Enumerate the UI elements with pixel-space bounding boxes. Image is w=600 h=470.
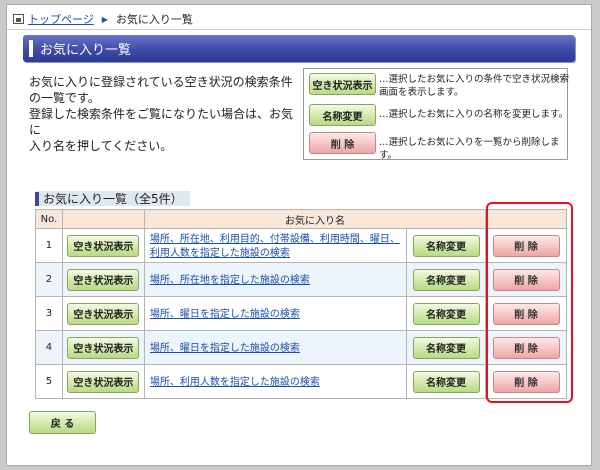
delete-button[interactable]: 削 除 xyxy=(492,370,560,393)
legend-delete-desc: …選択したお気に入りを一覧から削除します。 xyxy=(379,137,560,161)
favorite-name-link[interactable]: 場所、曜日を指定した施設の検索 xyxy=(150,343,300,354)
legend-row-delete: 削 除 …選択したお気に入りを一覧から削除します。 xyxy=(309,132,569,162)
intro-line: の一覧です。 xyxy=(29,91,100,105)
row-number: 2 xyxy=(35,262,63,297)
list-heading: お気に入り一覧（全5件） xyxy=(35,191,190,206)
row-name-cell: 場所、曜日を指定した施設の検索 xyxy=(143,296,408,331)
row-delete-cell: 削 除 xyxy=(485,296,567,331)
row-view-cell: 空き状況表示 xyxy=(61,364,145,399)
table-row: 3 空き状況表示 場所、曜日を指定した施設の検索 名称変更 削 除 xyxy=(35,296,567,331)
favorite-name-link[interactable]: 場所、所在地を指定した施設の検索 xyxy=(150,275,310,286)
title-accent xyxy=(29,40,33,57)
delete-button[interactable]: 削 除 xyxy=(492,302,560,325)
back-button[interactable]: 戻 る xyxy=(29,411,96,434)
header-delete xyxy=(485,209,567,229)
row-number: 5 xyxy=(35,364,63,399)
header-name: お気に入り名 xyxy=(143,209,487,229)
delete-button[interactable]: 削 除 xyxy=(492,336,560,359)
intro-line: 入り名を押してください。 xyxy=(29,139,173,153)
breadcrumb: トップページ ▶ お気に入り一覧 xyxy=(13,11,193,27)
intro-line: 登録した検索条件をご覧になりたい場合は、お気に xyxy=(29,107,294,137)
delete-button[interactable]: 削 除 xyxy=(492,234,560,257)
intro-text: お気に入りに登録されている空き状況の検索条件 の一覧です。 登録した検索条件をご… xyxy=(29,74,304,154)
rename-button[interactable]: 名称変更 xyxy=(412,336,480,359)
legend-delete-button: 削 除 xyxy=(309,132,376,154)
legend-rename-button: 名称変更 xyxy=(309,104,376,126)
legend-view-desc: …選択したお気に入りの条件で空き状況検索画面を表示します。 xyxy=(379,74,570,98)
row-delete-cell: 削 除 xyxy=(485,228,567,263)
table-header-row: No. お気に入り名 xyxy=(35,209,567,229)
row-view-cell: 空き状況表示 xyxy=(61,296,145,331)
legend-view-button: 空き状況表示 xyxy=(309,73,376,95)
favorite-name-link[interactable]: 場所、所在地、利用目的、付帯設備、利用時間、曜日、利用人数を指定した施設の検索 xyxy=(150,234,400,259)
row-view-cell: 空き状況表示 xyxy=(61,330,145,365)
favorite-name-link[interactable]: 場所、曜日を指定した施設の検索 xyxy=(150,309,300,320)
legend-row-view: 空き状況表示 …選択したお気に入りの条件で空き状況検索画面を表示します。 xyxy=(309,73,569,99)
row-view-cell: 空き状況表示 xyxy=(61,228,145,263)
breadcrumb-divider xyxy=(7,29,591,30)
row-delete-cell: 削 除 xyxy=(485,262,567,297)
table-row: 4 空き状況表示 場所、曜日を指定した施設の検索 名称変更 削 除 xyxy=(35,330,567,365)
view-availability-button[interactable]: 空き状況表示 xyxy=(67,336,140,359)
table-row: 2 空き状況表示 場所、所在地を指定した施設の検索 名称変更 削 除 xyxy=(35,262,567,297)
view-availability-button[interactable]: 空き状況表示 xyxy=(67,268,140,291)
view-availability-button[interactable]: 空き状況表示 xyxy=(67,302,140,325)
row-number: 1 xyxy=(35,228,63,263)
rename-button[interactable]: 名称変更 xyxy=(412,268,480,291)
row-rename-cell: 名称変更 xyxy=(406,228,486,263)
row-name-cell: 場所、所在地を指定した施設の検索 xyxy=(143,262,408,297)
row-number: 3 xyxy=(35,296,63,331)
page-frame: トップページ ▶ お気に入り一覧 お気に入り一覧 お気に入りに登録されている空き… xyxy=(6,4,592,466)
row-name-cell: 場所、利用人数を指定した施設の検索 xyxy=(143,364,408,399)
favorite-name-link[interactable]: 場所、利用人数を指定した施設の検索 xyxy=(150,377,320,388)
legend-row-rename: 名称変更 …選択したお気に入りの名称を変更します。 xyxy=(309,104,569,126)
home-icon xyxy=(13,14,24,24)
row-rename-cell: 名称変更 xyxy=(406,296,486,331)
row-rename-cell: 名称変更 xyxy=(406,364,486,399)
rename-button[interactable]: 名称変更 xyxy=(412,370,480,393)
row-delete-cell: 削 除 xyxy=(485,364,567,399)
row-view-cell: 空き状況表示 xyxy=(61,262,145,297)
breadcrumb-home-link[interactable]: トップページ xyxy=(28,11,94,27)
row-delete-cell: 削 除 xyxy=(485,330,567,365)
legend-rename-desc: …選択したお気に入りの名称を変更します。 xyxy=(379,109,569,120)
row-number: 4 xyxy=(35,330,63,365)
delete-button[interactable]: 削 除 xyxy=(492,268,560,291)
table-row: 5 空き状況表示 場所、利用人数を指定した施設の検索 名称変更 削 除 xyxy=(35,364,567,399)
heading-accent xyxy=(35,191,39,206)
favorites-table: No. お気に入り名 1 空き状況表示 場所、所在地、利用目的、付帯設備、利用時… xyxy=(35,209,567,399)
page-title: お気に入り一覧 xyxy=(40,43,132,58)
table-row: 1 空き状況表示 場所、所在地、利用目的、付帯設備、利用時間、曜日、利用人数を指… xyxy=(35,228,567,263)
header-view xyxy=(61,209,145,229)
rename-button[interactable]: 名称変更 xyxy=(412,234,480,257)
rename-button[interactable]: 名称変更 xyxy=(412,302,480,325)
list-heading-text: お気に入り一覧（全5件） xyxy=(43,192,183,206)
row-name-cell: 場所、所在地、利用目的、付帯設備、利用時間、曜日、利用人数を指定した施設の検索 xyxy=(143,228,408,263)
row-rename-cell: 名称変更 xyxy=(406,262,486,297)
row-rename-cell: 名称変更 xyxy=(406,330,486,365)
breadcrumb-separator: ▶ xyxy=(101,14,108,24)
view-availability-button[interactable]: 空き状況表示 xyxy=(67,234,140,257)
page-title-bar: お気に入り一覧 xyxy=(23,35,575,62)
header-no: No. xyxy=(35,209,63,229)
view-availability-button[interactable]: 空き状況表示 xyxy=(67,370,140,393)
breadcrumb-current: お気に入り一覧 xyxy=(115,13,193,26)
row-name-cell: 場所、曜日を指定した施設の検索 xyxy=(143,330,408,365)
button-legend: 空き状況表示 …選択したお気に入りの条件で空き状況検索画面を表示します。 名称変… xyxy=(303,68,569,162)
intro-line: お気に入りに登録されている空き状況の検索条件 xyxy=(29,75,293,89)
